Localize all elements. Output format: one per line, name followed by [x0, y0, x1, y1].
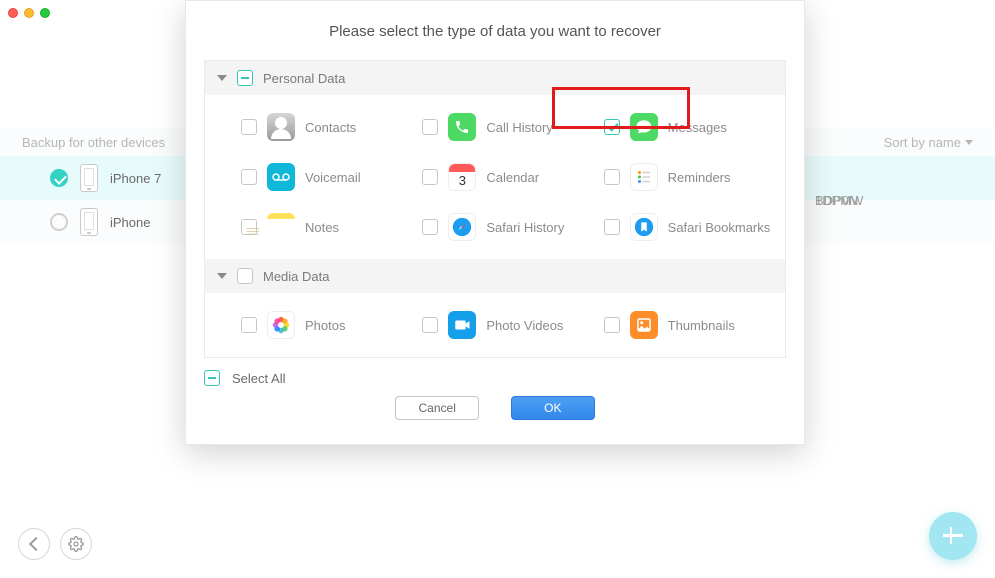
item-label: Messages [668, 120, 727, 135]
checkbox[interactable] [604, 169, 620, 185]
item-call-history[interactable]: Call History [422, 113, 603, 141]
device-serial: 1DPMW [815, 156, 875, 244]
checkbox[interactable] [422, 119, 438, 135]
category-items-personal: Contacts Call History Messages [205, 95, 785, 259]
item-photo-videos[interactable]: Photo Videos [422, 311, 603, 339]
item-label: Thumbnails [668, 318, 735, 333]
category-items-media: Photos Photo Videos Thumbnails [205, 293, 785, 357]
calendar-icon: 3 [448, 163, 476, 191]
voicemail-icon [267, 163, 295, 191]
category-checkbox[interactable] [237, 70, 253, 86]
checkbox[interactable] [241, 317, 257, 333]
dialog-title: Please select the type of data you want … [186, 1, 804, 60]
chevron-down-icon [217, 273, 227, 279]
checkbox[interactable] [604, 317, 620, 333]
category-title: Media Data [263, 269, 329, 284]
item-thumbnails[interactable]: Thumbnails [604, 311, 785, 339]
item-contacts[interactable]: Contacts [241, 113, 422, 141]
arrow-right-icon [950, 529, 956, 544]
next-button[interactable] [929, 512, 977, 560]
checkbox[interactable] [604, 219, 620, 235]
device-name: iPhone 7 [110, 171, 161, 186]
device-name: iPhone [110, 215, 150, 230]
notes-icon [267, 213, 295, 241]
item-voicemail[interactable]: Voicemail [241, 163, 422, 191]
item-label: Safari History [486, 220, 564, 235]
close-window-button[interactable] [8, 8, 18, 18]
radio-unselected-icon[interactable] [50, 213, 68, 231]
photos-icon [267, 311, 295, 339]
checkbox[interactable] [422, 169, 438, 185]
messages-icon [630, 113, 658, 141]
window-controls [8, 8, 50, 18]
cancel-button[interactable]: Cancel [395, 396, 479, 420]
select-all-checkbox[interactable] [204, 370, 220, 386]
item-label: Reminders [668, 170, 731, 185]
sort-by-dropdown[interactable]: Sort by name [884, 135, 973, 150]
safari-icon [448, 213, 476, 241]
reminders-icon [630, 163, 658, 191]
phone-icon [80, 208, 98, 236]
category-header-personal[interactable]: Personal Data [205, 61, 785, 95]
item-label: Photo Videos [486, 318, 563, 333]
item-label: Contacts [305, 120, 356, 135]
item-calendar[interactable]: 3 Calendar [422, 163, 603, 191]
dialog-buttons: Cancel OK [186, 386, 804, 436]
backup-list-label: Backup for other devices [22, 135, 165, 150]
checkbox-checked[interactable] [604, 119, 620, 135]
item-safari-history[interactable]: Safari History [422, 213, 603, 241]
category-checkbox[interactable] [237, 268, 253, 284]
checkbox[interactable] [422, 219, 438, 235]
item-label: Notes [305, 220, 339, 235]
select-all-row[interactable]: Select All [186, 358, 804, 386]
checkbox[interactable] [241, 169, 257, 185]
bottom-nav [18, 528, 92, 560]
recover-type-dialog: Please select the type of data you want … [185, 0, 805, 445]
item-label: Call History [486, 120, 552, 135]
thumbnails-icon [630, 311, 658, 339]
item-label: Calendar [486, 170, 539, 185]
contacts-icon [267, 113, 295, 141]
chevron-down-icon [965, 140, 973, 145]
phone-icon [448, 113, 476, 141]
chevron-down-icon [217, 75, 227, 81]
category-title: Personal Data [263, 71, 345, 86]
category-list: Personal Data Contacts Call History [204, 60, 786, 358]
item-label: Safari Bookmarks [668, 220, 771, 235]
zoom-window-button[interactable] [40, 8, 50, 18]
radio-selected-icon[interactable] [50, 169, 68, 187]
checkbox[interactable] [241, 119, 257, 135]
settings-button[interactable] [60, 528, 92, 560]
item-safari-bookmarks[interactable]: Safari Bookmarks [604, 213, 785, 241]
back-button[interactable] [18, 528, 50, 560]
ok-button[interactable]: OK [511, 396, 595, 420]
sort-by-label: Sort by name [884, 135, 961, 150]
gear-icon [68, 536, 84, 552]
item-notes[interactable]: Notes [241, 213, 422, 241]
category-header-media[interactable]: Media Data [205, 259, 785, 293]
item-label: Voicemail [305, 170, 361, 185]
safari-bookmarks-icon [630, 213, 658, 241]
item-photos[interactable]: Photos [241, 311, 422, 339]
photo-videos-icon [448, 311, 476, 339]
item-messages[interactable]: Messages [604, 113, 785, 141]
item-label: Photos [305, 318, 345, 333]
phone-icon [80, 164, 98, 192]
checkbox[interactable] [422, 317, 438, 333]
arrow-left-icon [28, 537, 42, 551]
select-all-label: Select All [232, 371, 285, 386]
minimize-window-button[interactable] [24, 8, 34, 18]
item-reminders[interactable]: Reminders [604, 163, 785, 191]
